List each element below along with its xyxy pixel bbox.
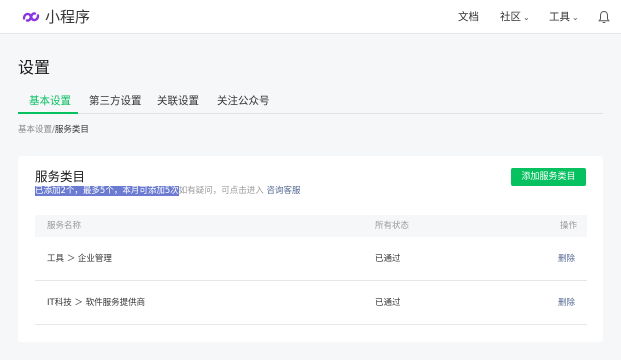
category-quota-text: 已添加2个，最多5个，本月可添加5次	[35, 186, 179, 196]
nav-tools[interactable]: 工具 ⌄	[549, 10, 579, 25]
delete-link[interactable]: 删除	[558, 281, 575, 325]
nav-tools-label: 工具	[549, 11, 570, 23]
breadcrumb-parent[interactable]: 基本设置	[18, 125, 52, 135]
breadcrumb-current: 服务类目	[54, 125, 89, 135]
page-title: 设置	[18, 58, 51, 77]
tab-follow-official-account[interactable]: 关注公众号	[217, 94, 270, 108]
tab-third-party-settings[interactable]: 第三方设置	[89, 94, 142, 108]
service-status: 已通过	[375, 298, 401, 308]
breadcrumb: 基本设置/服务类目	[18, 125, 89, 136]
service-status: 已通过	[375, 254, 401, 264]
top-bar: 小程序 文档 社区 ⌄ 工具 ⌄	[0, 0, 621, 34]
service-category-table: 服务名称 所有状态 操作 工具 ＞ 企业管理 已通过 删除 IT科技 ＞ 软件服…	[35, 215, 587, 325]
chevron-down-icon: ⌄	[572, 13, 579, 22]
miniprogram-logo-icon[interactable]	[22, 8, 40, 26]
settings-tabs: 基本设置 第三方设置 关联设置 关注公众号	[18, 90, 603, 114]
tab-association-settings[interactable]: 关联设置	[157, 94, 199, 108]
contact-support-link[interactable]: 咨询客服	[266, 186, 300, 196]
service-name: IT科技 ＞ 软件服务提供商	[47, 298, 146, 308]
brand-name[interactable]: 小程序	[45, 8, 90, 26]
column-header-operation: 操作	[559, 221, 577, 231]
table-row: IT科技 ＞ 软件服务提供商 已通过 删除	[35, 281, 587, 325]
service-name: 工具 ＞ 企业管理	[47, 254, 112, 264]
table-row: 工具 ＞ 企业管理 已通过 删除	[35, 237, 587, 281]
service-category-card: 服务类目 已添加2个，最多5个，本月可添加5次如有疑问，可点击进入 咨询客服 添…	[18, 156, 603, 342]
active-tab-indicator	[18, 112, 78, 114]
column-header-name: 服务名称	[47, 221, 82, 231]
table-header: 服务名称 所有状态 操作	[35, 215, 587, 237]
help-text: 如有疑问，可点击进入	[178, 186, 264, 196]
bell-icon[interactable]	[598, 10, 610, 24]
nav-community[interactable]: 社区 ⌄	[500, 10, 530, 25]
card-description: 已添加2个，最多5个，本月可添加5次如有疑问，可点击进入 咨询客服	[35, 186, 300, 197]
status-filter-dropdown[interactable]: 所有状态	[375, 215, 409, 237]
nav-docs[interactable]: 文档	[458, 10, 479, 24]
delete-link[interactable]: 删除	[558, 237, 575, 281]
card-title: 服务类目	[35, 169, 86, 184]
nav-community-label: 社区	[500, 11, 521, 23]
tab-basic-settings[interactable]: 基本设置	[29, 94, 71, 108]
chevron-down-icon: ⌄	[523, 13, 530, 22]
add-service-category-button[interactable]: 添加服务类目	[511, 168, 586, 186]
